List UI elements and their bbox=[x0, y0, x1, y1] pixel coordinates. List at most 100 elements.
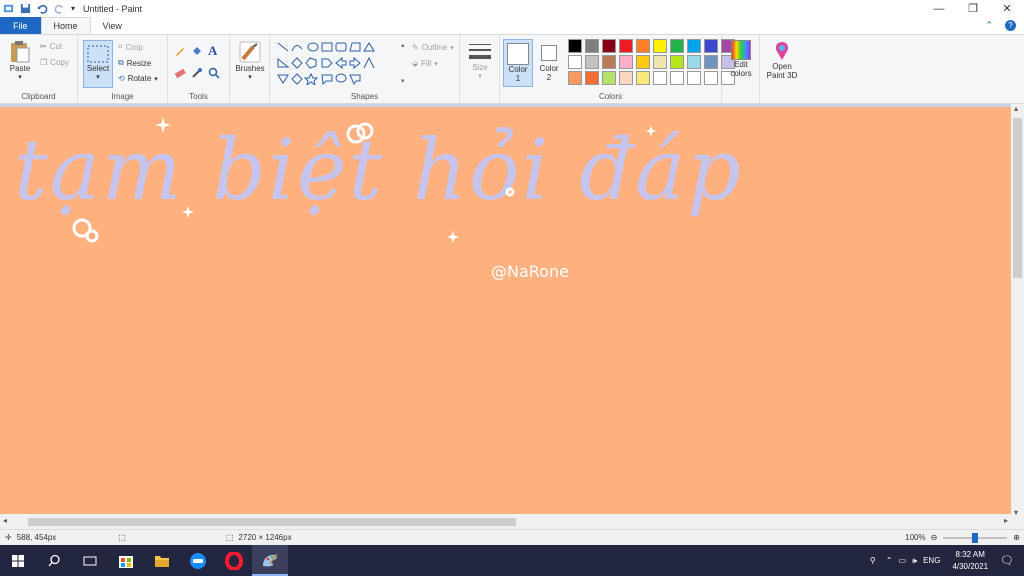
zoom-out-button[interactable]: ⊖ bbox=[931, 533, 938, 542]
tab-home[interactable]: Home bbox=[40, 17, 91, 34]
color-swatch[interactable] bbox=[670, 39, 684, 53]
task-view-button[interactable] bbox=[72, 545, 108, 576]
color-swatch[interactable] bbox=[636, 55, 650, 69]
color-swatch[interactable] bbox=[619, 71, 633, 85]
color-swatch[interactable] bbox=[585, 39, 599, 53]
magnifier-icon[interactable] bbox=[208, 67, 220, 79]
color-swatch[interactable] bbox=[568, 55, 582, 69]
taskbar-opera[interactable] bbox=[216, 545, 252, 576]
open-paint3d-button[interactable]: Open Paint 3D bbox=[762, 40, 802, 80]
color-swatch[interactable] bbox=[704, 55, 718, 69]
taskbar-paint[interactable] bbox=[252, 545, 288, 576]
copy-button[interactable]: ❐ Copy bbox=[40, 58, 69, 67]
select-button[interactable]: Select ▾ bbox=[83, 40, 113, 88]
window-title: Untitled - Paint bbox=[83, 3, 143, 14]
brushes-button[interactable]: Brushes ▾ bbox=[233, 40, 267, 81]
color-swatch[interactable] bbox=[670, 71, 684, 85]
language-indicator[interactable]: ENG bbox=[923, 556, 940, 565]
zoom-thumb[interactable] bbox=[972, 532, 979, 543]
undo-icon[interactable] bbox=[37, 3, 48, 14]
taskbar-explorer[interactable] bbox=[144, 545, 180, 576]
color-swatch[interactable] bbox=[585, 55, 599, 69]
notification-icon[interactable]: 🗨 bbox=[1000, 554, 1014, 567]
color-swatch[interactable] bbox=[687, 55, 701, 69]
color-swatch[interactable] bbox=[602, 71, 616, 85]
help-icon[interactable]: ? bbox=[1005, 20, 1016, 31]
size-button[interactable]: Size ▾ bbox=[464, 41, 496, 80]
redo-icon[interactable] bbox=[54, 3, 65, 14]
customize-qa-icon[interactable]: ▾ bbox=[71, 4, 75, 13]
battery-icon[interactable]: ▭ bbox=[898, 556, 906, 565]
rotate-button[interactable]: ⟲ Rotate ▾ bbox=[118, 74, 158, 83]
color-swatch[interactable] bbox=[636, 71, 650, 85]
horizontal-scroll-thumb[interactable] bbox=[28, 518, 516, 526]
paste-icon bbox=[11, 41, 30, 63]
people-icon[interactable]: ⚲ bbox=[870, 556, 876, 565]
save-icon[interactable] bbox=[20, 3, 31, 14]
pencil-icon[interactable] bbox=[174, 45, 186, 57]
drawing-canvas[interactable]: tạm biệt hỏi đáp @NaRone bbox=[0, 107, 1011, 517]
zoom-slider[interactable] bbox=[943, 532, 1008, 543]
tab-view[interactable]: View bbox=[91, 17, 134, 34]
shapes-gallery[interactable] bbox=[276, 41, 398, 85]
color-swatch[interactable] bbox=[704, 71, 718, 85]
color-swatch[interactable] bbox=[687, 39, 701, 53]
start-button[interactable] bbox=[0, 545, 36, 576]
taskbar-zalo[interactable] bbox=[180, 545, 216, 576]
size-label: Size bbox=[472, 63, 488, 72]
outline-icon: ✎ bbox=[412, 43, 419, 52]
color-picker-icon[interactable] bbox=[191, 67, 203, 79]
collapse-ribbon-icon[interactable]: ⌃ bbox=[985, 20, 993, 31]
tab-file[interactable]: File bbox=[0, 17, 41, 34]
taskbar-store[interactable] bbox=[108, 545, 144, 576]
color-swatch[interactable] bbox=[653, 71, 667, 85]
clock[interactable]: 8:32 AM 4/30/2021 bbox=[952, 549, 988, 573]
image-dimensions: 2720 × 1246px bbox=[238, 533, 292, 542]
color-swatch[interactable] bbox=[687, 71, 701, 85]
vertical-scroll-thumb[interactable] bbox=[1013, 118, 1022, 278]
color-swatch[interactable] bbox=[602, 55, 616, 69]
cut-button[interactable]: ✂ Cut bbox=[40, 42, 62, 51]
paint-icon bbox=[263, 553, 278, 566]
restore-button[interactable]: ❐ bbox=[956, 0, 990, 17]
text-tool-icon[interactable]: A bbox=[208, 43, 217, 59]
color-swatch[interactable] bbox=[568, 71, 582, 85]
resize-button[interactable]: ⧉ Resize bbox=[118, 58, 151, 68]
edit-colors-button[interactable]: Edit colors bbox=[724, 40, 758, 78]
color-swatch[interactable] bbox=[568, 39, 582, 53]
scroll-left-icon[interactable]: ◂ bbox=[3, 516, 7, 525]
paste-button[interactable]: Paste ▾ bbox=[6, 40, 34, 81]
color-swatch[interactable] bbox=[670, 55, 684, 69]
scroll-down-icon[interactable]: ▾ bbox=[1014, 508, 1018, 517]
color-swatch[interactable] bbox=[619, 39, 633, 53]
fill-button[interactable]: ⬙ Fill ▾ bbox=[412, 59, 438, 68]
color-swatch[interactable] bbox=[653, 55, 667, 69]
color-swatch[interactable] bbox=[619, 55, 633, 69]
shapes-scroll-down-icon[interactable]: ▾ bbox=[401, 77, 409, 85]
crop-button[interactable]: ⌗ Crop bbox=[118, 42, 143, 52]
shapes-scroll[interactable]: ▴ ▾ bbox=[401, 41, 409, 85]
color-swatch[interactable] bbox=[636, 39, 650, 53]
color-swatch[interactable] bbox=[602, 39, 616, 53]
volume-icon[interactable]: 🕪 bbox=[912, 556, 917, 566]
scroll-right-icon[interactable]: ▸ bbox=[1004, 516, 1008, 525]
select-label: Select bbox=[86, 64, 110, 73]
horizontal-scrollbar[interactable]: ◂ ▸ bbox=[0, 514, 1011, 529]
color1-button[interactable]: Color 1 bbox=[503, 39, 533, 87]
color2-button[interactable]: Color 2 bbox=[535, 39, 563, 82]
copy-label: Copy bbox=[50, 58, 69, 67]
minimize-button[interactable]: — bbox=[922, 0, 956, 17]
close-button[interactable]: ✕ bbox=[990, 0, 1024, 17]
vertical-scrollbar[interactable]: ▴ ▾ bbox=[1011, 104, 1024, 517]
scroll-up-icon[interactable]: ▴ bbox=[1014, 104, 1018, 113]
search-button[interactable] bbox=[36, 545, 72, 576]
fill-bucket-icon[interactable] bbox=[191, 45, 203, 57]
color-swatch[interactable] bbox=[704, 39, 718, 53]
zoom-in-button[interactable]: ⊕ bbox=[1013, 533, 1020, 542]
outline-button[interactable]: ✎ Outline ▾ bbox=[412, 43, 454, 52]
color-swatch[interactable] bbox=[653, 39, 667, 53]
show-hidden-icons-icon[interactable]: ⌃ bbox=[886, 556, 893, 565]
color-swatch[interactable] bbox=[585, 71, 599, 85]
shapes-scroll-up-icon[interactable]: ▴ bbox=[401, 41, 409, 49]
eraser-icon[interactable] bbox=[174, 67, 186, 79]
